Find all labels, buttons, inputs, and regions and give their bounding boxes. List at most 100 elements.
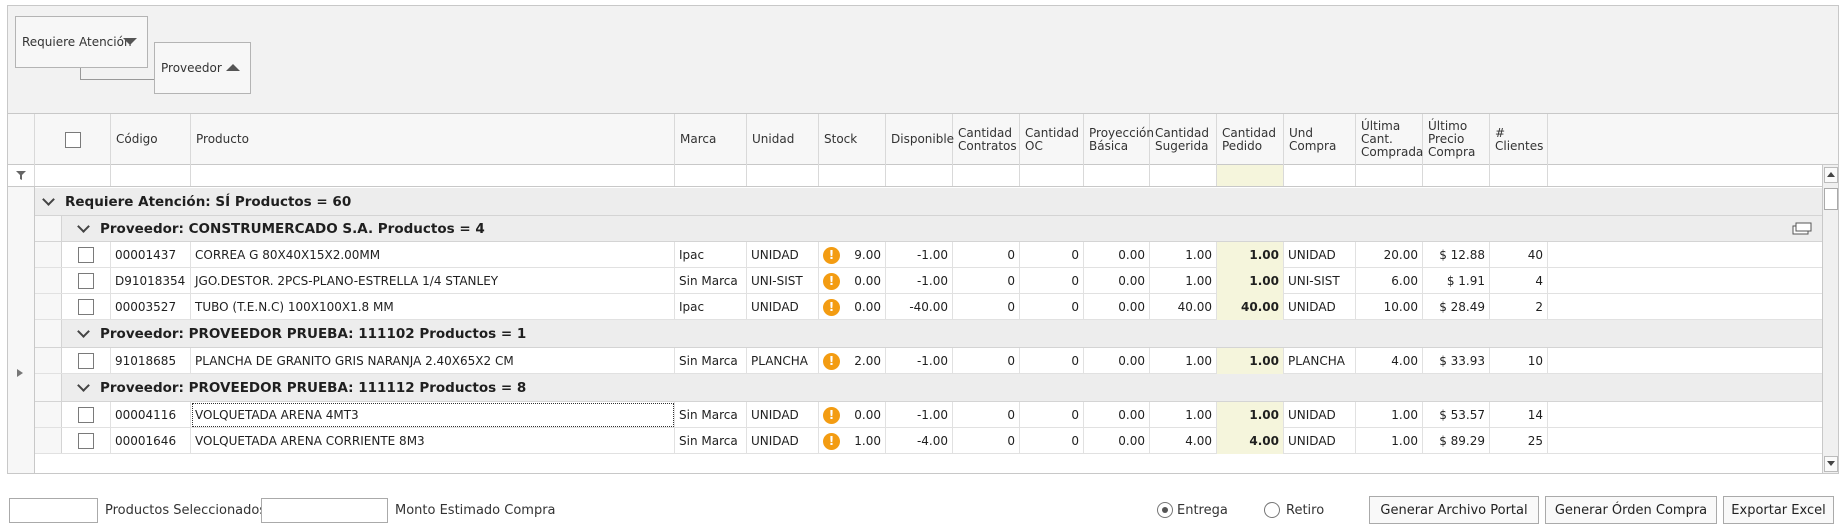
cell-proyeccion-basica[interactable]: 0.00	[1084, 294, 1150, 320]
copy-cards-icon[interactable]	[1792, 222, 1812, 235]
filter-cell[interactable]	[675, 165, 747, 186]
cell-und-compra[interactable]: UNIDAD	[1284, 428, 1356, 454]
table-row[interactable]: 00003527 TUBO (T.E.N.C) 100X100X1.8 MM Ipa…	[35, 294, 1824, 320]
header-cantidad-contratos[interactable]: Cantidad Contratos	[953, 114, 1020, 165]
scroll-up-button[interactable]	[1824, 167, 1838, 183]
cell-ultimo-precio-compra[interactable]: $ 89.29	[1423, 428, 1490, 454]
cell-codigo[interactable]: 00003527	[111, 294, 191, 320]
filter-cell[interactable]	[1490, 165, 1548, 186]
header-ultimo-precio-compra[interactable]: Último Precio Compra	[1423, 114, 1490, 165]
retiro-radio[interactable]	[1264, 502, 1280, 518]
table-row[interactable]: 00001646 VOLQUETADA ARENA CORRIENTE 8M3 Si…	[35, 428, 1824, 454]
cell-ultima-cant-comprada[interactable]: 6.00	[1356, 268, 1423, 294]
cell-ultimo-precio-compra[interactable]: $ 28.49	[1423, 294, 1490, 320]
entrega-radio[interactable]	[1157, 502, 1173, 518]
cell-unidad[interactable]: UNI-SIST	[747, 268, 819, 294]
filter-cell[interactable]	[1217, 165, 1284, 186]
generate-purchase-order-button[interactable]: Generar Órden Compra	[1545, 496, 1717, 524]
cell-cantidad-contratos[interactable]: 0	[953, 402, 1020, 428]
filter-cell[interactable]	[191, 165, 675, 186]
group-row-supplier[interactable]: Proveedor: PROVEEDOR PRUEBA: 111112 Prod…	[35, 374, 1824, 402]
cell-codigo[interactable]: D91018354	[111, 268, 191, 294]
cell-ultima-cant-comprada[interactable]: 4.00	[1356, 348, 1423, 374]
cell-cantidad-sugerida[interactable]: 1.00	[1150, 402, 1217, 428]
header-unidad[interactable]: Unidad	[747, 114, 819, 165]
cell-disponible[interactable]: -1.00	[886, 402, 953, 428]
row-checkbox[interactable]	[78, 407, 94, 423]
cell-ultimo-precio-compra[interactable]: $ 1.91	[1423, 268, 1490, 294]
group-row-requiere-atencion[interactable]: Requiere Atención: SÍ Productos = 60	[35, 188, 1824, 216]
cell-disponible[interactable]: -1.00	[886, 242, 953, 268]
cell-clientes[interactable]: 25	[1490, 428, 1548, 454]
cell-cantidad-oc[interactable]: 0	[1020, 242, 1084, 268]
header-clientes[interactable]: # Clientes	[1490, 114, 1548, 165]
cell-cantidad-contratos[interactable]: 0	[953, 294, 1020, 320]
cell-producto[interactable]: VOLQUETADA ARENA CORRIENTE 8M3	[191, 428, 675, 454]
cell-cantidad-contratos[interactable]: 0	[953, 268, 1020, 294]
cell-cantidad-pedido[interactable]: 1.00	[1217, 242, 1284, 268]
cell-proyeccion-basica[interactable]: 0.00	[1084, 348, 1150, 374]
cell-und-compra[interactable]: UNIDAD	[1284, 402, 1356, 428]
estimated-amount-field[interactable]	[261, 498, 388, 523]
group-row-supplier[interactable]: Proveedor: PROVEEDOR PRUEBA: 111102 Prod…	[35, 320, 1824, 348]
cell-disponible[interactable]: -1.00	[886, 348, 953, 374]
cell-clientes[interactable]: 10	[1490, 348, 1548, 374]
cell-ultimo-precio-compra[interactable]: $ 33.93	[1423, 348, 1490, 374]
cell-clientes[interactable]: 40	[1490, 242, 1548, 268]
cell-codigo[interactable]: 00001437	[111, 242, 191, 268]
cell-cantidad-oc[interactable]: 0	[1020, 268, 1084, 294]
row-checkbox[interactable]	[78, 273, 94, 289]
cell-disponible[interactable]: -40.00	[886, 294, 953, 320]
cell-marca[interactable]: Sin Marca	[675, 268, 747, 294]
filter-cell[interactable]	[35, 165, 111, 186]
cell-cantidad-pedido[interactable]: 1.00	[1217, 268, 1284, 294]
table-row[interactable]: D91018354 JGO.DESTOR. 2PCS-PLANO-ESTRELLA…	[35, 268, 1824, 294]
export-excel-button[interactable]: Exportar Excel	[1723, 496, 1834, 524]
cell-cantidad-pedido[interactable]: 4.00	[1217, 428, 1284, 454]
group-chip-proveedor[interactable]: Proveedor	[154, 42, 251, 94]
cell-und-compra[interactable]: UNI-SIST	[1284, 268, 1356, 294]
group-chip-requiere-atencion[interactable]: Requiere Atención	[15, 16, 148, 68]
cell-producto[interactable]: TUBO (T.E.N.C) 100X100X1.8 MM	[191, 294, 675, 320]
cell-cantidad-oc[interactable]: 0	[1020, 402, 1084, 428]
cell-ultimo-precio-compra[interactable]: $ 53.57	[1423, 402, 1490, 428]
filter-cell[interactable]	[1284, 165, 1356, 186]
vertical-scrollbar[interactable]	[1822, 165, 1838, 473]
cell-producto[interactable]: JGO.DESTOR. 2PCS-PLANO-ESTRELLA 1/4 STAN…	[191, 268, 675, 294]
filter-cell[interactable]	[953, 165, 1020, 186]
cell-unidad[interactable]: UNIDAD	[747, 294, 819, 320]
cell-ultima-cant-comprada[interactable]: 10.00	[1356, 294, 1423, 320]
filter-cell[interactable]	[747, 165, 819, 186]
cell-cantidad-sugerida[interactable]: 1.00	[1150, 242, 1217, 268]
cell-producto[interactable]: PLANCHA DE GRANITO GRIS NARANJA 2.40X65X…	[191, 348, 675, 374]
row-checkbox[interactable]	[78, 353, 94, 369]
selected-count-field[interactable]	[9, 498, 98, 523]
cell-stock[interactable]: ! 2.00	[819, 348, 886, 374]
header-producto[interactable]: Producto	[191, 114, 675, 165]
cell-cantidad-contratos[interactable]: 0	[953, 242, 1020, 268]
cell-und-compra[interactable]: PLANCHA	[1284, 348, 1356, 374]
cell-unidad[interactable]: UNIDAD	[747, 402, 819, 428]
filter-icon-cell[interactable]	[8, 165, 35, 186]
header-cantidad-oc[interactable]: Cantidad OC	[1020, 114, 1084, 165]
row-checkbox[interactable]	[78, 247, 94, 263]
cell-marca[interactable]: Sin Marca	[675, 428, 747, 454]
cell-cantidad-pedido[interactable]: 1.00	[1217, 402, 1284, 428]
cell-cantidad-oc[interactable]: 0	[1020, 348, 1084, 374]
retiro-label[interactable]: Retiro	[1286, 503, 1324, 518]
cell-stock[interactable]: ! 9.00	[819, 242, 886, 268]
cell-codigo[interactable]: 00004116	[111, 402, 191, 428]
entrega-label[interactable]: Entrega	[1177, 503, 1228, 518]
header-disponible[interactable]: Disponible	[886, 114, 954, 165]
scroll-down-button[interactable]	[1824, 456, 1838, 472]
cell-clientes[interactable]: 2	[1490, 294, 1548, 320]
header-cantidad-pedido[interactable]: Cantidad Pedido	[1217, 114, 1284, 165]
cell-clientes[interactable]: 14	[1490, 402, 1548, 428]
cell-marca[interactable]: Sin Marca	[675, 348, 747, 374]
cell-proyeccion-basica[interactable]: 0.00	[1084, 242, 1150, 268]
header-ultima-cant-comprada[interactable]: Última Cant. Comprada	[1356, 114, 1423, 165]
row-checkbox[interactable]	[78, 433, 94, 449]
cell-producto[interactable]: VOLQUETADA ARENA 4MT3	[191, 402, 675, 428]
table-row[interactable]: 00001437 CORREA G 80X40X15X2.00MM Ipac UNID…	[35, 242, 1824, 268]
scroll-thumb[interactable]	[1824, 188, 1838, 210]
